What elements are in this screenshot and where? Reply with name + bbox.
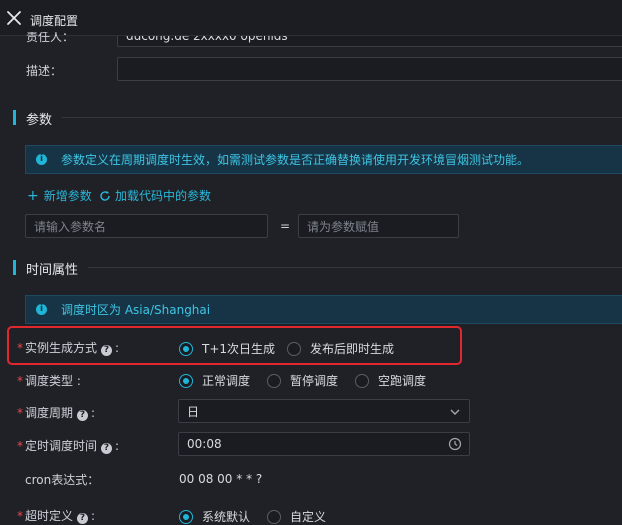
radio-immediate[interactable]: 发布后即时生成	[287, 340, 394, 357]
help-icon: ?	[77, 513, 89, 524]
refresh-icon	[100, 190, 110, 201]
time-section-title: 时间属性	[26, 263, 79, 278]
timezone-info-text: 调度时区为 Asia/Shanghai	[61, 303, 211, 317]
param-value-input[interactable]: 请为参数赋值	[298, 214, 459, 238]
schedule-time-label: * 定时调度时间?:	[17, 439, 120, 454]
radio-t1-next-day[interactable]: T+1次日生成	[179, 340, 275, 357]
radio-dot	[267, 509, 281, 524]
help-icon: ?	[101, 443, 113, 454]
radio-dot-checked	[179, 373, 193, 388]
equals-sign: =	[280, 219, 291, 233]
description-label: 描述：	[26, 64, 63, 78]
radio-dot	[355, 373, 369, 388]
cycle-label: * 调度周期?:	[17, 406, 96, 421]
info-icon: i	[36, 154, 47, 165]
schedule-type-label: * 调度类型 :	[17, 374, 81, 388]
radio-dot	[267, 373, 281, 388]
schedule-time-picker[interactable]: 00:08	[178, 432, 470, 456]
timezone-info-banner: i 调度时区为 Asia/Shanghai	[25, 295, 622, 324]
plus-icon: +	[27, 187, 39, 204]
chevron-down-icon	[450, 409, 460, 415]
add-param-button[interactable]: + 新增参数	[27, 187, 92, 204]
help-icon: ?	[77, 410, 89, 421]
cron-value: 00 08 00 * * ?	[179, 472, 263, 486]
cron-label: cron表达式：	[25, 473, 100, 487]
cycle-select[interactable]: 日	[178, 399, 470, 423]
params-info-banner: i 参数定义在周期调度时生效，如需测试参数是否正确替换请使用开发环境冒烟测试功能…	[25, 145, 622, 174]
clock-icon	[448, 437, 462, 451]
timeout-label: * 超时定义?:	[17, 509, 96, 524]
radio-timeout-custom[interactable]: 自定义	[267, 508, 326, 525]
info-icon: i	[36, 304, 47, 315]
radio-normal-schedule[interactable]: 正常调度	[179, 372, 250, 389]
params-section-title: 参数	[26, 113, 53, 128]
description-input[interactable]	[117, 57, 622, 81]
params-info-text: 参数定义在周期调度时生效，如需测试参数是否正确替换请使用开发环境冒烟测试功能。	[61, 153, 530, 167]
instance-mode-label: * 实例生成方式?:	[17, 341, 120, 356]
radio-timeout-default[interactable]: 系统默认	[179, 508, 250, 525]
close-icon[interactable]	[6, 10, 22, 26]
param-name-input[interactable]: 请输入参数名	[25, 214, 268, 238]
section-marker	[13, 110, 16, 125]
radio-dot-checked	[179, 341, 193, 356]
section-divider	[88, 267, 622, 268]
window-title: 调度配置	[30, 14, 79, 28]
radio-pause-schedule[interactable]: 暂停调度	[267, 372, 338, 389]
radio-dot	[287, 341, 301, 356]
help-icon: ?	[101, 345, 113, 356]
section-divider	[62, 117, 622, 118]
section-marker	[13, 260, 16, 275]
load-code-params-button[interactable]: 加载代码中的参数	[99, 187, 211, 204]
radio-dot-checked	[179, 509, 193, 524]
title-bar: 调度配置	[0, 0, 622, 36]
radio-dry-run-schedule[interactable]: 空跑调度	[355, 372, 426, 389]
